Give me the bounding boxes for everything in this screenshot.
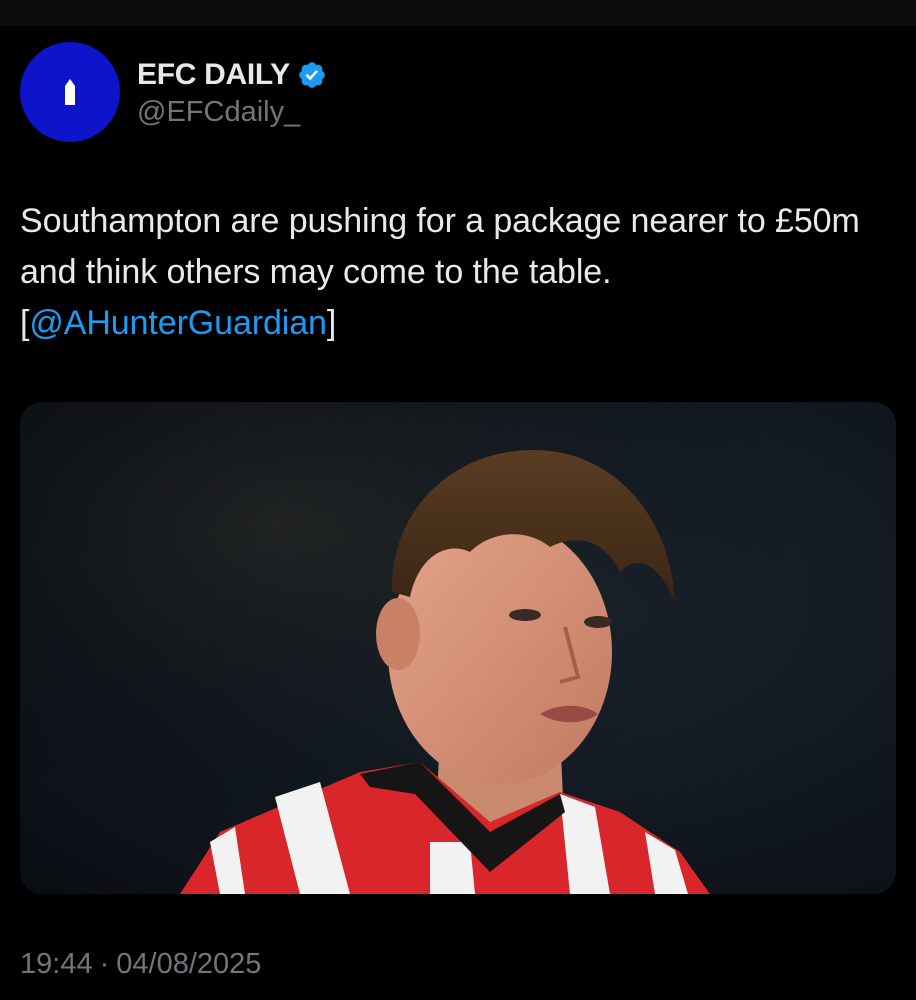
author-handle[interactable]: @EFCdaily_	[137, 96, 327, 129]
tweet-time: 19:44	[20, 948, 93, 980]
author-names: EFC DAILY @EFCdaily_	[137, 56, 327, 129]
verified-badge-icon[interactable]	[297, 60, 327, 90]
top-status-strip	[0, 0, 916, 26]
tweet-header: EFC DAILY @EFCdaily_	[20, 42, 327, 142]
display-name[interactable]: EFC DAILY	[137, 58, 290, 92]
timestamp-separator: ·	[99, 948, 110, 980]
tweet-text: Southampton are pushing for a package ne…	[20, 196, 900, 349]
mention-link[interactable]: @AHunterGuardian	[29, 304, 327, 342]
display-name-row: EFC DAILY	[137, 56, 327, 94]
tweet-timestamp[interactable]: 19:44 · 04/08/2025	[20, 948, 261, 981]
bracket-close: ]	[326, 304, 337, 342]
avatar[interactable]	[20, 42, 120, 142]
tweet-date: 04/08/2025	[116, 948, 262, 980]
tower-icon	[65, 79, 75, 105]
tweet-body: Southampton are pushing for a package ne…	[20, 202, 860, 291]
tweet-media-photo[interactable]	[20, 402, 896, 894]
player-photo	[20, 402, 896, 894]
bracket-open: [	[20, 304, 30, 342]
